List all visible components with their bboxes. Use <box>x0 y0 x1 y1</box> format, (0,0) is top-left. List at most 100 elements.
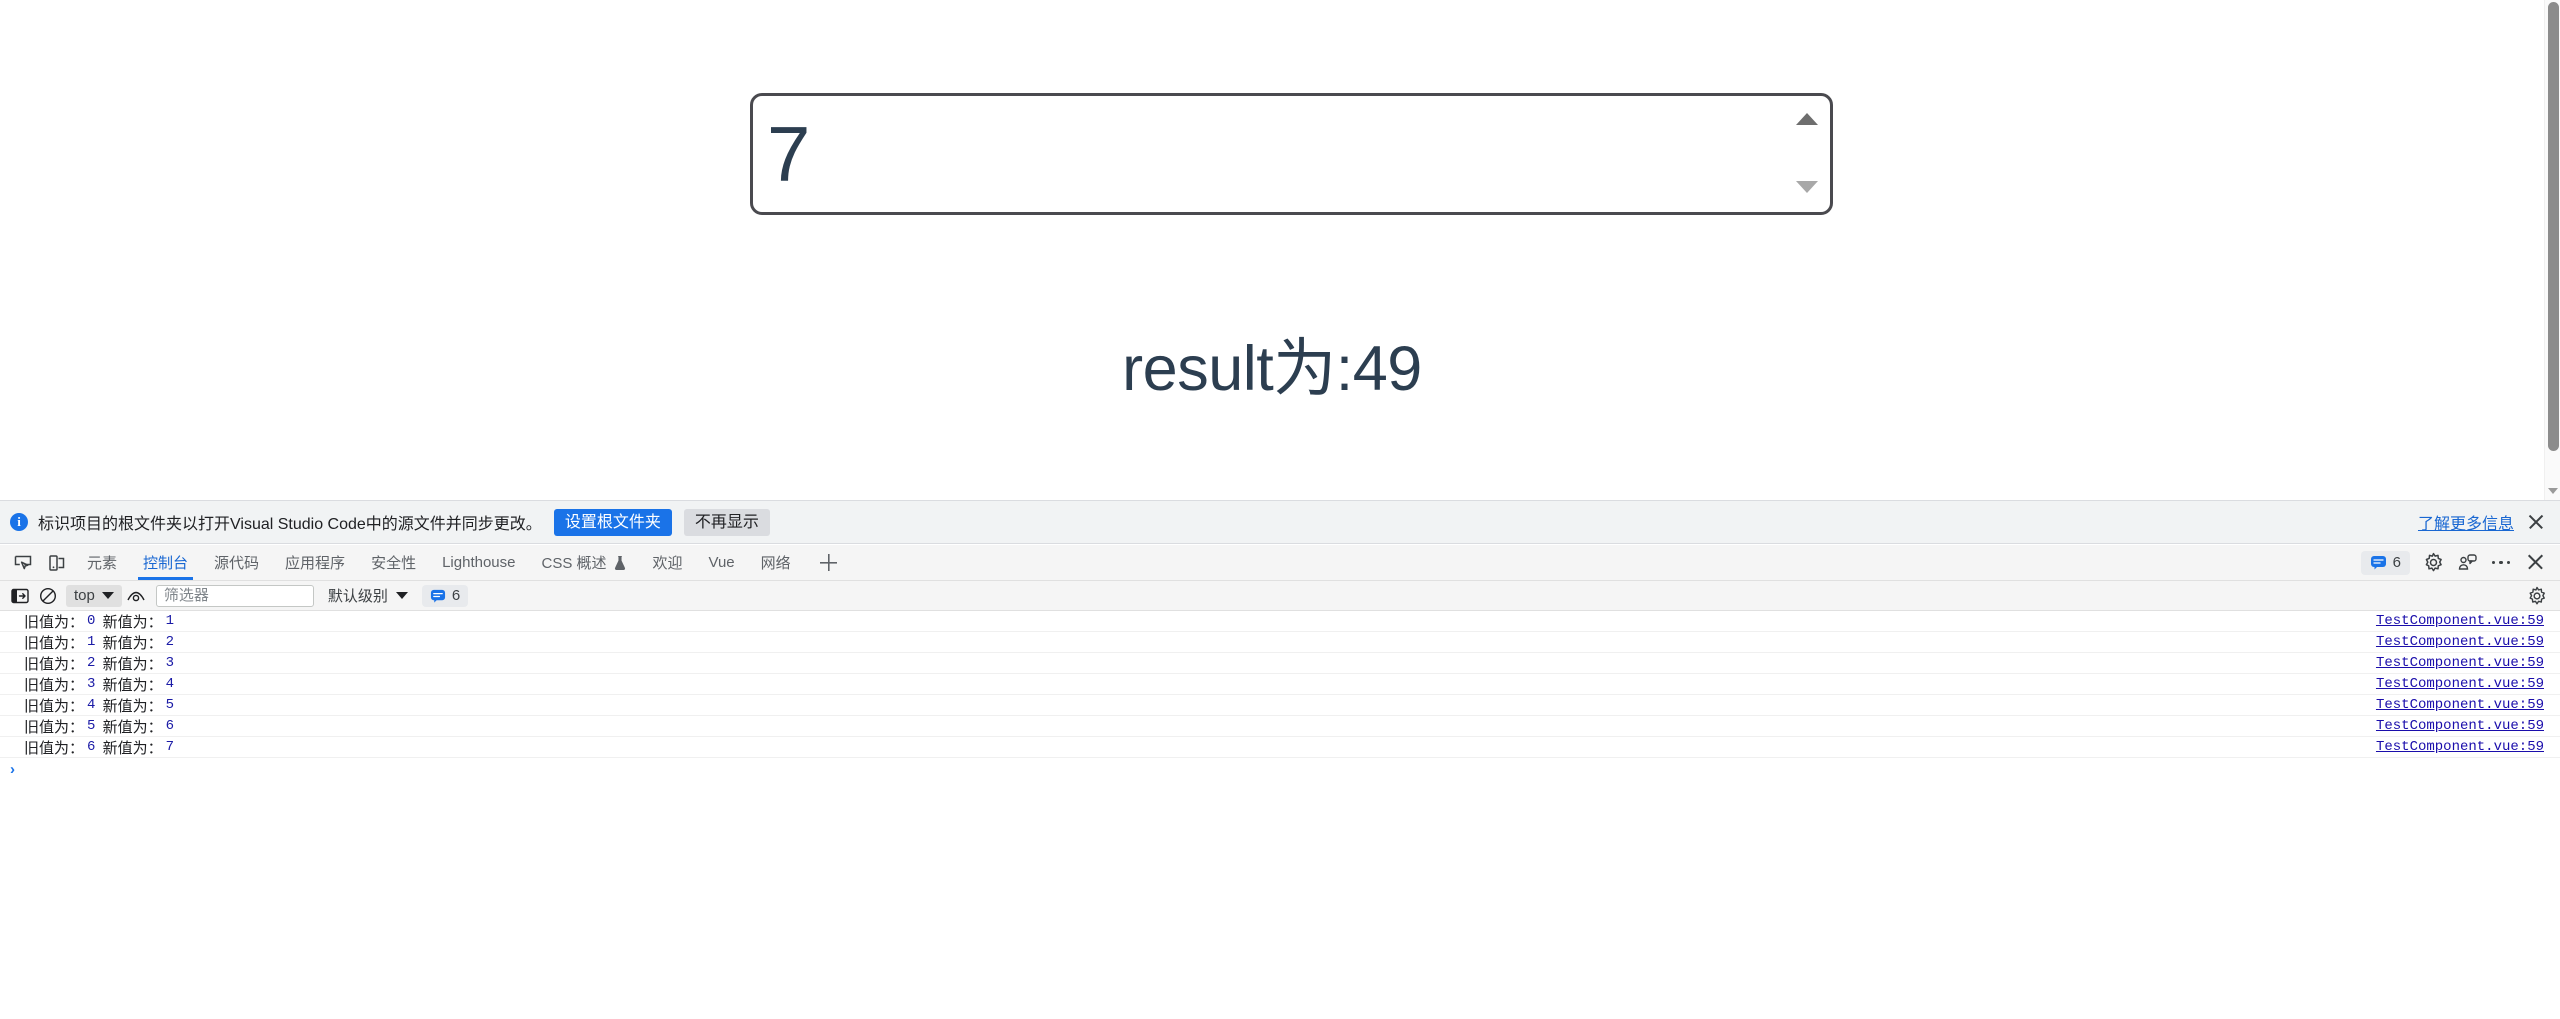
log-level-label: 默认级别 <box>327 588 388 605</box>
info-icon: i <box>10 513 28 531</box>
tab-label: Lighthouse <box>442 554 516 571</box>
prompt-caret-icon: › <box>10 760 15 778</box>
message-count-badge[interactable]: 6 <box>2360 550 2410 575</box>
source-link[interactable]: TestComponent.vue:59 <box>2376 634 2544 650</box>
new-value: 4 <box>165 676 174 692</box>
old-value-label: 旧值为： <box>24 676 85 694</box>
number-spinner <box>1789 99 1825 207</box>
log-level-dropdown[interactable]: 默认级别 <box>328 585 408 606</box>
execution-context-dropdown[interactable]: top <box>66 584 122 607</box>
console-log-row[interactable]: 旧值为： 1 新值为： 2 TestComponent.vue:59 <box>0 632 2560 653</box>
console-log-row[interactable]: 旧值为： 3 新值为： 4 TestComponent.vue:59 <box>0 674 2560 695</box>
tab-sources[interactable]: 源代码 <box>201 545 272 580</box>
new-value-label: 新值为： <box>98 718 163 736</box>
old-value-label: 旧值为： <box>24 655 85 673</box>
new-value-label: 新值为： <box>98 739 163 757</box>
feedback-icon[interactable] <box>2450 545 2484 580</box>
new-value-label: 新值为： <box>98 613 163 631</box>
eye-icon[interactable] <box>122 584 150 608</box>
result-heading: result为:49 <box>1122 334 1422 404</box>
source-link[interactable]: TestComponent.vue:59 <box>2376 613 2544 629</box>
new-value-label: 新值为： <box>98 697 163 715</box>
tab-css-overview[interactable]: CSS 概述 <box>528 545 639 580</box>
tab-application[interactable]: 应用程序 <box>272 545 358 580</box>
add-panel-icon[interactable] <box>810 545 848 580</box>
old-value-label: 旧值为： <box>24 613 85 631</box>
spinner-down-icon[interactable] <box>1796 181 1818 193</box>
old-value-label: 旧值为： <box>24 718 85 736</box>
old-value: 2 <box>87 655 96 671</box>
page-content: result为:49 <box>0 0 2544 500</box>
spinner-up-icon[interactable] <box>1796 113 1818 125</box>
tab-label: 元素 <box>87 555 118 572</box>
tab-label: 应用程序 <box>285 555 346 572</box>
tab-label: 控制台 <box>143 555 189 572</box>
tab-label: 欢迎 <box>652 555 683 572</box>
chevron-down-icon <box>395 592 408 599</box>
console-log-list[interactable]: 旧值为： 0 新值为： 1 TestComponent.vue:59 旧值为： 1 新值为… <box>0 611 2560 1019</box>
new-value-label: 新值为： <box>98 634 163 652</box>
console-message-count: 6 <box>451 587 461 604</box>
clear-console-icon[interactable] <box>34 584 62 608</box>
number-input-container <box>750 93 1833 215</box>
tab-lighthouse[interactable]: Lighthouse <box>429 545 528 580</box>
source-link[interactable]: TestComponent.vue:59 <box>2376 697 2544 713</box>
source-link[interactable]: TestComponent.vue:59 <box>2376 718 2544 734</box>
scroll-down-arrow-icon[interactable] <box>2548 488 2558 494</box>
experiment-flask-icon <box>613 555 627 571</box>
tab-vue[interactable]: Vue <box>696 545 748 580</box>
tab-label: 安全性 <box>371 555 417 572</box>
tab-label: 网络 <box>760 555 791 572</box>
page-scrollbar[interactable] <box>2544 0 2560 500</box>
console-log-row[interactable]: 旧值为： 6 新值为： 7 TestComponent.vue:59 <box>0 737 2560 758</box>
tab-welcome[interactable]: 欢迎 <box>640 545 696 580</box>
tab-label: CSS 概述 <box>541 555 607 572</box>
tab-elements[interactable]: 元素 <box>74 545 130 580</box>
learn-more-link[interactable]: 了解更多信息 <box>2418 510 2514 534</box>
devtools-tab-strip: 元素 控制台 源代码 应用程序 安全性 Lighthouse CSS 概述 欢迎… <box>0 545 2560 581</box>
inspect-element-icon[interactable] <box>6 545 40 580</box>
console-log-row[interactable]: 旧值为： 4 新值为： 5 TestComponent.vue:59 <box>0 695 2560 716</box>
console-filter-input[interactable] <box>155 584 314 607</box>
tab-console[interactable]: 控制台 <box>130 545 201 580</box>
old-value: 1 <box>87 634 96 650</box>
old-value: 3 <box>87 676 96 692</box>
tab-label: Vue <box>708 554 735 571</box>
settings-gear-icon[interactable] <box>2416 545 2450 580</box>
tab-network[interactable]: 网络 <box>748 545 804 580</box>
console-filter-toolbar: top 默认级别 6 <box>0 581 2560 611</box>
set-root-folder-button[interactable]: 设置根文件夹 <box>553 508 672 536</box>
console-settings-icon[interactable] <box>2522 584 2552 608</box>
console-log-row[interactable]: 旧值为： 2 新值为： 3 TestComponent.vue:59 <box>0 653 2560 674</box>
source-link[interactable]: TestComponent.vue:59 <box>2376 676 2544 692</box>
web-page-viewport: result为:49 <box>0 0 2560 500</box>
old-value: 0 <box>87 613 96 629</box>
console-prompt[interactable]: › <box>0 758 2560 780</box>
number-input[interactable] <box>750 93 1833 215</box>
old-value: 5 <box>87 718 96 734</box>
devtools-notification-bar: i 标识项目的根文件夹以打开Visual Studio Code中的源文件并同步… <box>0 500 2560 544</box>
close-notification-icon[interactable] <box>2526 512 2546 532</box>
console-log-row[interactable]: 旧值为： 0 新值为： 1 TestComponent.vue:59 <box>0 611 2560 632</box>
page-scrollbar-thumb[interactable] <box>2548 2 2559 451</box>
new-value: 6 <box>165 718 174 734</box>
chevron-down-icon <box>101 592 114 599</box>
close-devtools-icon[interactable] <box>2518 545 2552 580</box>
new-value: 1 <box>165 613 174 629</box>
tab-security[interactable]: 安全性 <box>358 545 429 580</box>
console-rows-container: 旧值为： 0 新值为： 1 TestComponent.vue:59 旧值为： 1 新值为… <box>0 611 2560 758</box>
dont-show-again-button[interactable]: 不再显示 <box>683 508 770 536</box>
source-link[interactable]: TestComponent.vue:59 <box>2376 739 2544 755</box>
old-value-label: 旧值为： <box>24 634 85 652</box>
console-log-row[interactable]: 旧值为： 5 新值为： 6 TestComponent.vue:59 <box>0 716 2560 737</box>
source-link[interactable]: TestComponent.vue:59 <box>2376 655 2544 671</box>
device-toolbar-icon[interactable] <box>40 545 74 580</box>
new-value-label: 新值为： <box>98 676 163 694</box>
new-value: 5 <box>165 697 174 713</box>
new-value: 2 <box>165 634 174 650</box>
console-sidebar-icon[interactable] <box>6 584 34 608</box>
message-bubble-icon <box>430 589 445 603</box>
more-options-icon[interactable] <box>2484 545 2518 580</box>
console-message-count-badge[interactable]: 6 <box>421 584 469 607</box>
